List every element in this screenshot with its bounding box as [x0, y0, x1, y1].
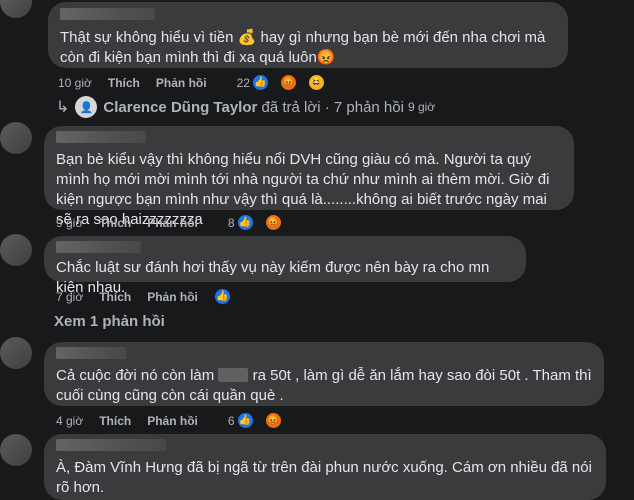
- comment-text-part: Cả cuộc đời nó còn làm: [56, 367, 215, 384]
- redacted-word: [218, 368, 249, 382]
- avatar[interactable]: [0, 234, 32, 266]
- angry-icon: 😡: [264, 214, 282, 231]
- reply-summary[interactable]: ↳ 👤 Clarence Dũng Taylor đã trả lời · 7 …: [56, 96, 435, 118]
- comment-time[interactable]: 10 giờ: [58, 76, 92, 90]
- reply-time: 9 giờ: [407, 100, 436, 114]
- comment-text: À, Đàm Vĩnh Hưng đã bị ngã từ trên đài p…: [56, 459, 592, 496]
- author-name-redacted[interactable]: [56, 347, 126, 359]
- like-icon: 👍: [251, 74, 269, 91]
- avatar[interactable]: [0, 337, 32, 369]
- like-icon: 👍: [236, 412, 254, 429]
- angry-icon: 😡: [279, 74, 297, 91]
- reaction-count: 22: [236, 75, 250, 90]
- reaction-summary[interactable]: 6 👍 😡: [228, 412, 298, 429]
- author-name-redacted[interactable]: [60, 8, 155, 20]
- comment-time[interactable]: 9 giờ: [56, 216, 83, 230]
- reply-button[interactable]: Phản hồi: [147, 414, 198, 428]
- author-name-redacted[interactable]: [56, 131, 146, 143]
- like-icon: 👍: [213, 288, 231, 305]
- avatar: 👤: [75, 96, 98, 118]
- reaction-summary[interactable]: 8 👍 😡: [228, 214, 298, 231]
- like-icon: 👍: [236, 214, 254, 231]
- reaction-summary[interactable]: 22 👍 😡 😆: [237, 74, 341, 91]
- reply-button[interactable]: Phản hồi: [147, 216, 198, 230]
- comment-bubble: Cả cuộc đời nó còn làm ra 50t , làm gì d…: [44, 342, 604, 406]
- reply-arrow-icon: ↳: [56, 99, 70, 116]
- comment-text: Cả cuộc đời nó còn làm ra 50t , làm gì d…: [56, 366, 592, 406]
- reply-count: · 7 phản hồi: [324, 98, 404, 116]
- reply-author: Clarence Dũng Taylor: [103, 98, 258, 116]
- like-button[interactable]: Thích: [108, 76, 140, 90]
- comment-time[interactable]: 4 giờ: [56, 414, 83, 428]
- like-button[interactable]: Thích: [99, 290, 131, 304]
- comment-actions: 10 giờ Thích Phản hồi 22 👍 😡 😆: [58, 74, 341, 91]
- comment-text: Thật sự không hiểu vì tiền 💰 hay gì nhưn…: [60, 29, 546, 66]
- avatar[interactable]: [0, 434, 32, 466]
- avatar[interactable]: [0, 0, 32, 18]
- reaction-count: 6: [227, 413, 235, 428]
- comment-time[interactable]: 7 giờ: [56, 290, 83, 304]
- author-name-redacted[interactable]: [56, 439, 166, 451]
- like-button[interactable]: Thích: [99, 216, 131, 230]
- avatar[interactable]: [0, 122, 32, 154]
- author-name-redacted[interactable]: [56, 241, 141, 253]
- reply-button[interactable]: Phản hồi: [156, 76, 207, 90]
- reaction-summary[interactable]: 👍: [213, 288, 247, 305]
- reaction-count: 8: [227, 215, 235, 230]
- view-replies-link[interactable]: Xem 1 phản hồi: [54, 313, 165, 330]
- comment-actions: 7 giờ Thích Phản hồi 👍: [56, 288, 247, 305]
- comment-actions: 9 giờ Thích Phản hồi 8 👍 😡: [56, 214, 298, 231]
- angry-icon: 😡: [264, 412, 282, 429]
- comment-actions: 4 giờ Thích Phản hồi 6 👍 😡: [56, 412, 298, 429]
- like-button[interactable]: Thích: [99, 414, 131, 428]
- haha-icon: 😆: [307, 74, 325, 91]
- reply-action: đã trả lời: [261, 98, 321, 116]
- reply-button[interactable]: Phản hồi: [147, 290, 198, 304]
